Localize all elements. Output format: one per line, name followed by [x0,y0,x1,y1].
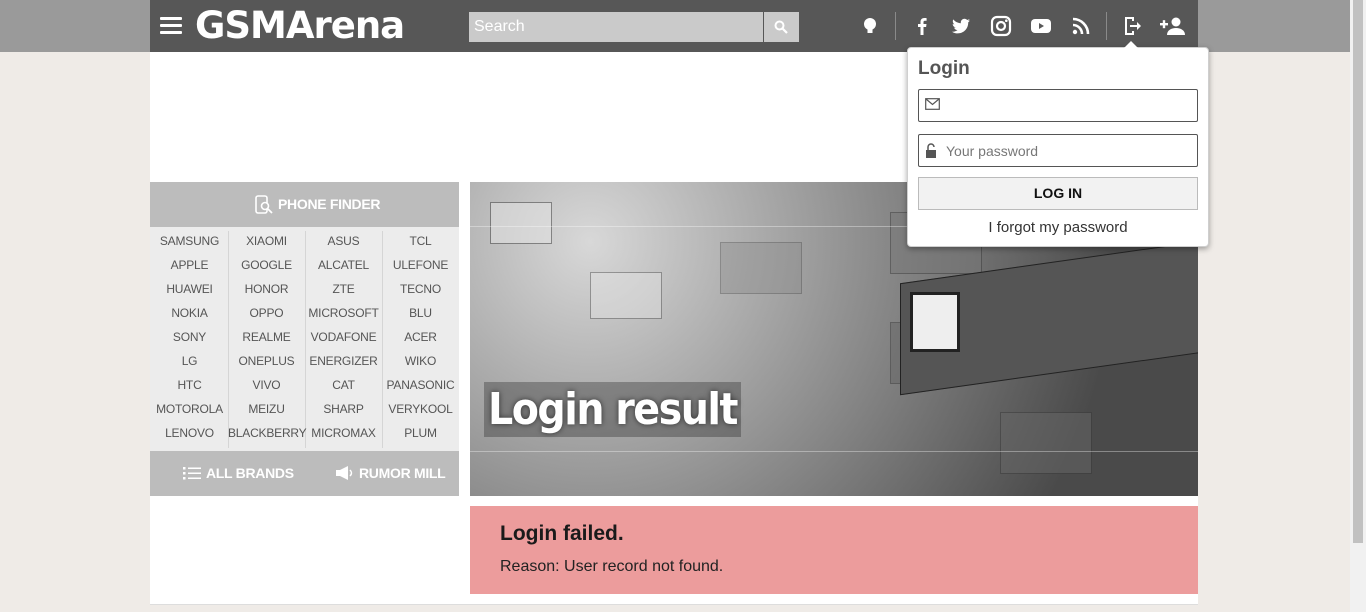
brand-link[interactable]: MICROSOFT [305,301,382,325]
header-divider [1106,12,1107,40]
brand-link[interactable]: ENERGIZER [305,349,382,373]
popup-arrow [1124,41,1138,48]
brand-link[interactable]: ACER [382,325,459,349]
brand-link[interactable]: TECNO [382,277,459,301]
phone-finder-title: PHONE FINDER [278,196,381,212]
brand-link[interactable]: HONOR [228,277,305,301]
brand-link[interactable]: BLU [382,301,459,325]
brand-link[interactable]: VODAFONE [305,325,382,349]
brand-link[interactable]: ONEPLUS [228,349,305,373]
brand-link[interactable]: CAT [305,373,382,397]
envelope-icon [925,98,940,110]
hero-line [470,451,1198,452]
brand-link[interactable]: GOOGLE [228,253,305,277]
site-header: GSMArena [150,0,1198,52]
login-title: Login [918,58,970,79]
brand-link[interactable]: XIAOMI [228,229,305,253]
brand-link[interactable]: SHARP [305,397,382,421]
megaphone-icon [336,466,353,480]
menu-icon[interactable] [160,17,182,35]
hero-photo-detail [590,272,662,319]
brand-link[interactable]: LENOVO [151,421,228,445]
email-input[interactable] [946,90,1191,121]
login-error-alert: Login failed. Reason: User record not fo… [470,506,1198,594]
rumor-mill-link[interactable]: RUMOR MILL [359,465,446,481]
login-popup: Login LOG IN I forgot my password [907,47,1209,247]
instagram-icon[interactable] [989,14,1013,38]
search-icon [774,20,788,34]
phone-finder: PHONE FINDER SAMSUNG XIAOMI ASUS TCL APPLE GO… [150,182,459,496]
search-box [469,12,763,42]
brand-link[interactable]: ASUS [305,229,382,253]
brand-link[interactable]: SAMSUNG [151,229,228,253]
search-button[interactable] [764,12,799,42]
brand-link[interactable]: PLUM [382,421,459,445]
brand-link[interactable]: BLACKBERRY [228,421,307,445]
main-bottom-border [150,604,1198,605]
alert-title: Login failed. [500,522,624,545]
hero-photo-detail [1000,412,1092,474]
rss-icon[interactable] [1069,14,1093,38]
site-logo[interactable]: GSMArena [195,7,405,45]
brand-link[interactable]: NOKIA [151,301,228,325]
login-icon[interactable] [1120,14,1144,38]
brand-link[interactable]: HTC [151,373,228,397]
alert-reason: Reason: User record not found. [500,558,724,575]
brand-link[interactable]: REALME [228,325,305,349]
brand-link[interactable]: VERYKOOL [382,397,459,421]
brand-link[interactable]: MEIZU [228,397,305,421]
brand-link[interactable]: ALCATEL [305,253,382,277]
hero-photo-detail [910,292,960,352]
add-user-icon[interactable] [1159,14,1187,38]
hero-photo-detail [720,242,802,294]
brand-link[interactable]: MICROMAX [305,421,382,445]
brand-link[interactable]: SONY [151,325,228,349]
page-title: Login result [484,382,741,437]
brand-link[interactable]: APPLE [151,253,228,277]
brand-link[interactable]: PANASONIC [382,373,459,397]
brand-link[interactable]: ULEFONE [382,253,459,277]
list-icon [183,467,201,480]
brand-link[interactable]: TCL [382,229,459,253]
twitter-icon[interactable] [949,14,973,38]
password-input[interactable] [946,135,1191,166]
login-button[interactable]: LOG IN [918,177,1198,210]
phone-search-icon [255,195,273,214]
brand-link[interactable]: ZTE [305,277,382,301]
header-divider [895,12,896,40]
brand-link[interactable]: LG [151,349,228,373]
phone-finder-header[interactable]: PHONE FINDER [150,182,459,227]
brand-link[interactable]: WIKO [382,349,459,373]
facebook-icon[interactable] [910,14,934,38]
brand-link[interactable]: MOTOROLA [151,397,228,421]
email-field [918,89,1198,122]
search-input[interactable] [469,12,762,42]
lock-icon [926,143,936,158]
page-scrollbar[interactable] [1350,0,1366,612]
all-brands-link[interactable]: ALL BRANDS [206,465,294,481]
brand-link[interactable]: HUAWEI [151,277,228,301]
phone-finder-footer: ALL BRANDS RUMOR MILL [150,451,459,496]
scrollbar-thumb[interactable] [1353,0,1363,543]
hero-photo-detail [490,202,552,244]
brand-link[interactable]: VIVO [228,373,305,397]
lightbulb-icon[interactable] [858,14,882,38]
forgot-password-link[interactable]: I forgot my password [908,219,1208,236]
password-field [918,134,1198,167]
brand-link[interactable]: OPPO [228,301,305,325]
youtube-icon[interactable] [1029,14,1053,38]
